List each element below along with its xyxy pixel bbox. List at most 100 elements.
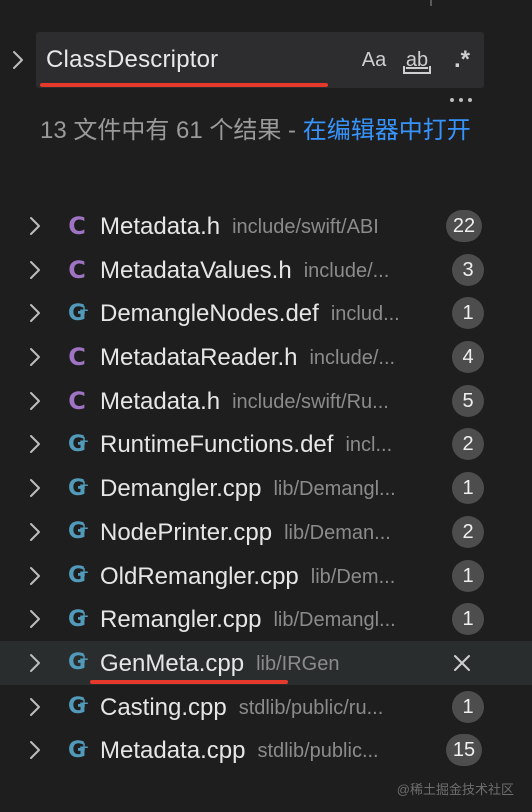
result-file-name: Remangler.cpp — [100, 606, 262, 634]
toggle-replace-button[interactable] — [8, 46, 28, 74]
match-count-badge: 1 — [452, 559, 484, 592]
match-case-icon: Aa — [361, 48, 387, 71]
match-count-badge: 2 — [452, 428, 484, 461]
search-input-box[interactable]: ClassDescriptor Aa ab .* — [36, 32, 484, 88]
result-file-name: OldRemangler.cpp — [100, 562, 299, 590]
result-file-path: includ... — [330, 303, 400, 326]
top-strip — [0, 0, 532, 10]
result-file-row[interactable]: G + Demangler.cpp lib/Demangl... 1 — [0, 466, 532, 510]
result-file-name: NodePrinter.cpp — [100, 518, 273, 546]
result-file-row[interactable]: C Metadata.h include/swift/ABI 22 — [0, 204, 532, 248]
match-count-badge: 5 — [452, 384, 484, 417]
chevron-right-icon — [30, 566, 40, 585]
result-file-name: DemangleNodes.def — [100, 300, 319, 328]
search-highlight-underline — [40, 83, 328, 87]
result-file-row[interactable]: G + DemangleNodes.def includ... 1 — [0, 291, 532, 335]
result-file-row[interactable]: G + Casting.cpp stdlib/public/ru... 1 — [0, 685, 532, 729]
result-file-row[interactable]: C MetadataReader.h include/... 4 — [0, 335, 532, 379]
match-count-badge: 22 — [446, 210, 482, 242]
result-file-name: Metadata.cpp — [100, 737, 246, 765]
chevron-right-icon — [30, 522, 40, 541]
expand-toggle[interactable] — [24, 299, 46, 327]
more-actions-button[interactable] — [446, 92, 476, 108]
match-count-badge: 4 — [452, 341, 484, 374]
watermark: @稀土掘金技术社区 — [396, 782, 514, 797]
result-file-row[interactable]: C MetadataValues.h include/... 3 — [0, 248, 532, 292]
result-file-path: lib/Dem... — [310, 565, 396, 588]
expand-toggle[interactable] — [24, 562, 46, 590]
dismiss-button[interactable] — [448, 649, 476, 677]
expand-toggle[interactable] — [24, 387, 46, 415]
result-file-row[interactable]: G + Metadata.cpp stdlib/public... 15 — [0, 728, 532, 772]
expand-toggle[interactable] — [24, 649, 46, 677]
result-file-row[interactable]: G + Remangler.cpp lib/Demangl... 1 — [0, 597, 532, 641]
result-file-row[interactable]: G + GenMeta.cpp lib/IRGen — [0, 640, 532, 685]
expand-toggle[interactable] — [24, 212, 46, 240]
result-file-name: Casting.cpp — [100, 693, 227, 721]
result-file-name: Metadata.h — [100, 213, 221, 240]
regex-icon: .* — [453, 46, 470, 73]
chevron-right-icon — [30, 348, 40, 367]
c-header-file-icon: C — [68, 343, 86, 372]
results-list: C Metadata.h include/swift/ABI 22 C MetadataV… — [0, 204, 532, 772]
result-file-row[interactable]: G + RuntimeFunctions.def incl... 2 — [0, 422, 532, 466]
search-input[interactable]: ClassDescriptor — [46, 46, 218, 74]
match-count-badge: 15 — [446, 734, 482, 767]
annotation-underline — [90, 679, 288, 684]
expand-toggle[interactable] — [24, 256, 46, 284]
chevron-right-icon — [30, 217, 40, 235]
match-count-badge: 1 — [452, 472, 484, 505]
chevron-right-icon — [30, 610, 40, 629]
chevron-right-icon — [30, 304, 40, 323]
expand-toggle[interactable] — [24, 518, 46, 546]
expand-toggle[interactable] — [24, 736, 46, 764]
result-file-row[interactable]: G + NodePrinter.cpp lib/Deman... 2 — [0, 510, 532, 554]
result-file-path: lib/Demangl... — [273, 478, 396, 501]
results-count-text: 13 文件中有 61 个结果 - — [40, 117, 303, 144]
result-file-name: Demangler.cpp — [100, 475, 262, 503]
match-whole-word-icon: ab — [402, 50, 432, 74]
cpp-file-icon: G + — [67, 737, 90, 763]
cpp-file-icon: G + — [67, 475, 90, 501]
result-file-name: GenMeta.cpp — [100, 649, 245, 677]
result-file-path: stdlib/public... — [257, 740, 379, 763]
expand-toggle[interactable] — [24, 605, 46, 633]
open-in-editor-link[interactable]: 在编辑器中打开 — [303, 117, 471, 144]
c-header-file-icon: C — [68, 386, 86, 415]
cpp-file-icon: G + — [67, 650, 90, 676]
expand-toggle[interactable] — [24, 474, 46, 502]
chevron-right-icon — [30, 697, 40, 716]
match-count-badge: 2 — [452, 515, 484, 548]
result-file-path: include/... — [303, 259, 390, 282]
match-count-badge: 1 — [452, 603, 484, 636]
cpp-file-icon: G + — [67, 563, 90, 588]
cpp-file-icon: G + — [67, 431, 90, 457]
result-file-path: incl... — [345, 434, 393, 457]
search-row: ClassDescriptor Aa ab .* — [0, 32, 532, 92]
result-file-row[interactable]: G + OldRemangler.cpp lib/Dem... 1 — [0, 554, 532, 598]
chevron-right-icon — [30, 741, 40, 760]
expand-toggle[interactable] — [24, 693, 46, 721]
result-file-path: include/swift/Ru... — [232, 390, 389, 413]
result-file-name: MetadataReader.h — [100, 344, 298, 372]
use-regex-toggle[interactable]: .* — [446, 46, 478, 74]
result-file-path: include/... — [309, 347, 396, 370]
cpp-file-icon: G + — [67, 606, 90, 632]
cpp-file-icon: G + — [67, 519, 90, 545]
match-whole-word-toggle[interactable]: ab — [398, 46, 436, 74]
result-file-name: Metadata.h — [100, 387, 221, 415]
c-header-file-icon: C — [68, 255, 86, 284]
chevron-right-icon — [30, 479, 40, 498]
result-file-path: lib/Demangl... — [273, 609, 396, 632]
cpp-file-icon: G + — [67, 300, 90, 326]
expand-toggle[interactable] — [24, 343, 46, 371]
chevron-right-icon — [30, 391, 40, 410]
close-icon — [454, 654, 470, 671]
chevron-right-icon — [30, 435, 40, 454]
result-file-name: RuntimeFunctions.def — [100, 431, 334, 459]
match-count-badge: 1 — [452, 690, 484, 723]
match-case-toggle[interactable]: Aa — [356, 46, 392, 74]
result-file-row[interactable]: C Metadata.h include/swift/Ru... 5 — [0, 379, 532, 423]
result-file-path: include/swift/ABI — [232, 216, 379, 238]
expand-toggle[interactable] — [24, 430, 46, 458]
